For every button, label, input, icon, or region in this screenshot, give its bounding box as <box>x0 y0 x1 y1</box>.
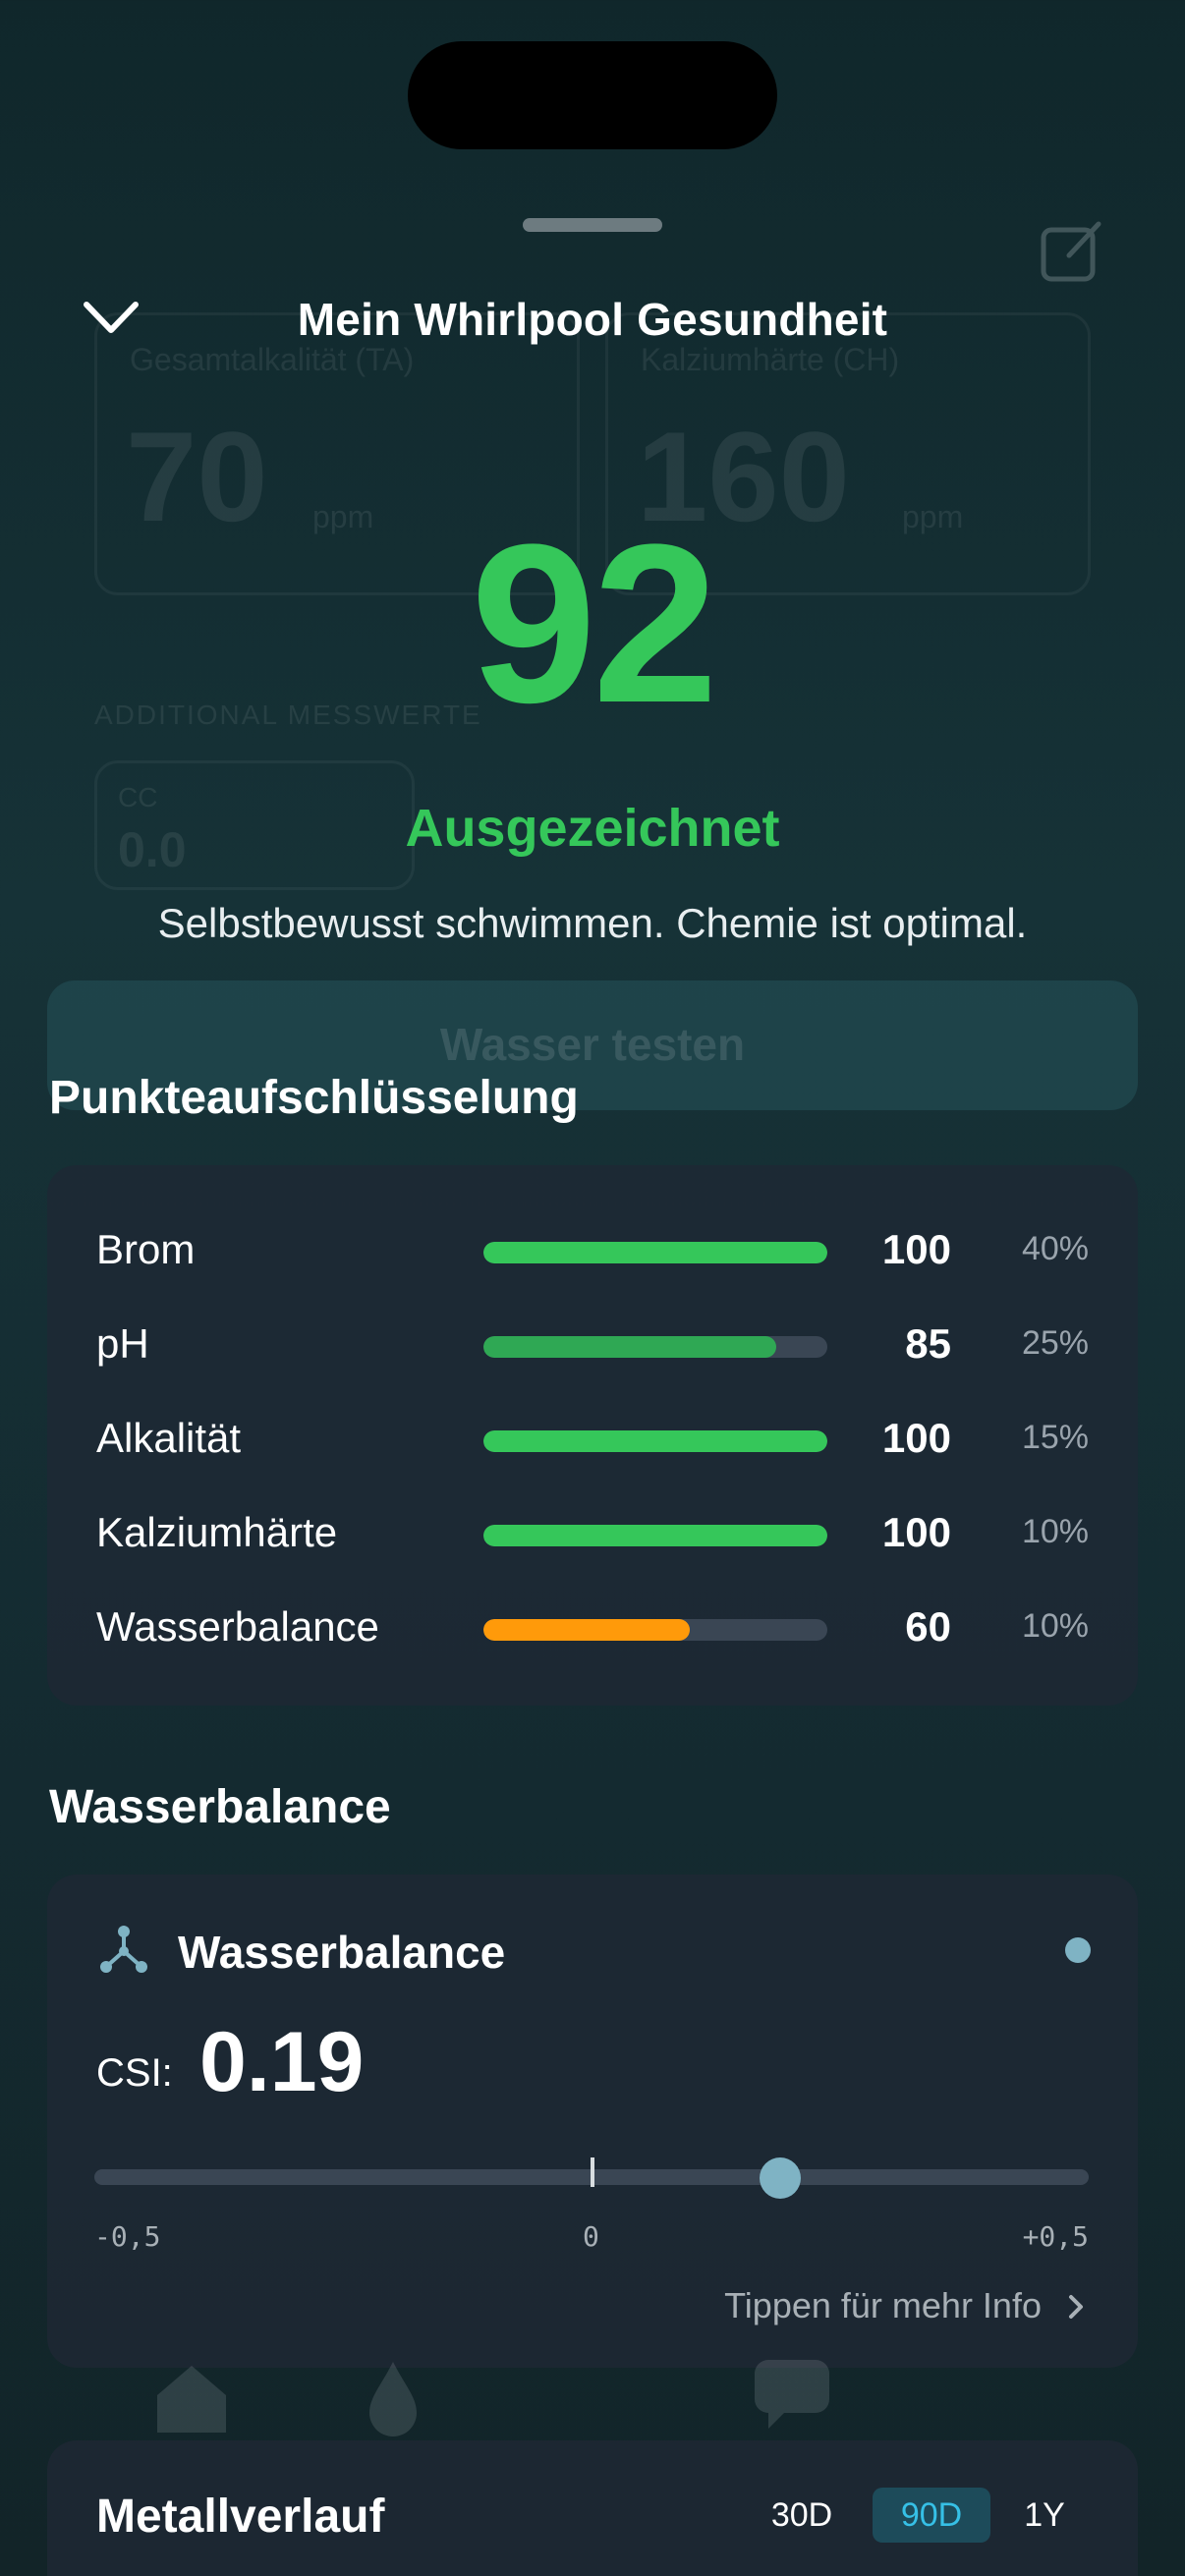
chevron-right-icon <box>1069 2295 1083 2319</box>
breakdown-row-label: Wasserbalance <box>96 1603 379 1650</box>
csi-scale-marker <box>760 2157 802 2199</box>
csi-tick-mid: 0 <box>583 2220 599 2253</box>
breakdown-bar-fill <box>483 1242 827 1263</box>
water-balance-section-title: Wasserbalance <box>49 1781 391 1833</box>
health-score: 92 <box>471 497 718 750</box>
dynamic-island <box>408 41 777 149</box>
breakdown-row-weight: 40% <box>1021 1230 1089 1267</box>
water-balance-card[interactable]: Wasserbalance CSI: 0.19 -0,5 0 +0,5 Tipp… <box>47 1875 1138 2368</box>
water-balance-card-title: Wasserbalance <box>178 1927 506 1978</box>
breakdown-bar-track <box>483 1525 827 1546</box>
breakdown-row-weight: 25% <box>1021 1324 1089 1362</box>
sheet-grabber[interactable] <box>523 218 662 232</box>
breakdown-row-label: pH <box>96 1320 149 1367</box>
breakdown-bar-track <box>483 1619 827 1641</box>
range-tab-1y[interactable]: 1Y <box>1005 2488 1084 2543</box>
range-tab-30d[interactable]: 30D <box>753 2488 851 2543</box>
breakdown-row-weight: 10% <box>1021 1513 1089 1550</box>
drop-icon <box>369 2362 417 2436</box>
ghost-test-button-label: Wasser testen <box>439 1019 746 1070</box>
breakdown-bar-track <box>483 1430 827 1452</box>
csi-value: 0.19 <box>199 2015 365 2109</box>
breakdown-row: Brom 100 40% <box>47 1218 1138 1277</box>
more-info-link[interactable]: Tippen für mehr Info <box>724 2285 1091 2326</box>
breakdown-row-weight: 15% <box>1021 1419 1089 1456</box>
breakdown-row-score: 100 <box>881 1415 951 1461</box>
breakdown-row-label: Kalziumhärte <box>96 1509 338 1555</box>
chat-icon <box>755 2360 829 2429</box>
ghost-ta-label: Gesamtalkalität (TA) <box>130 342 415 377</box>
molecule-icon <box>100 1926 147 1973</box>
breakdown-row-weight: 10% <box>1021 1607 1089 1645</box>
health-tagline: Selbstbewusst schwimmen. Chemie ist opti… <box>157 900 1028 946</box>
edit-icon <box>1041 221 1101 282</box>
breakdown-row: pH 85 25% <box>47 1313 1138 1372</box>
home-icon <box>157 2366 226 2433</box>
breakdown-row: Alkalität 100 15% <box>47 1407 1138 1466</box>
metal-history-card: Metallverlauf 30D 90D 1Y <box>47 2440 1138 2576</box>
breakdown-bar-fill <box>483 1619 690 1641</box>
csi-tick-max: +0,5 <box>1022 2220 1089 2253</box>
breakdown-row: Wasserbalance 60 10% <box>47 1596 1138 1654</box>
ghost-ch-label: Kalziumhärte (CH) <box>641 342 900 377</box>
csi-label: CSI: <box>96 2051 173 2095</box>
health-rating: Ausgezeichnet <box>405 799 780 858</box>
breakdown-bar-track <box>483 1336 827 1358</box>
csi-scale-center-tick <box>591 2157 594 2187</box>
sheet-title: Mein Whirlpool Gesundheit <box>297 294 888 345</box>
breakdown-row-label: Brom <box>96 1226 196 1272</box>
status-dot <box>1065 1937 1091 1963</box>
csi-tick-min: -0,5 <box>94 2220 161 2253</box>
breakdown-bar-track <box>483 1242 827 1263</box>
metal-history-title: Metallverlauf <box>96 2491 385 2543</box>
breakdown-bar-fill <box>483 1336 776 1358</box>
breakdown-bar-fill <box>483 1525 827 1546</box>
more-info-label: Tippen für mehr Info <box>724 2285 1042 2325</box>
breakdown-row-score: 85 <box>905 1320 951 1367</box>
breakdown-row-score: 100 <box>881 1226 951 1272</box>
breakdown-row-label: Alkalität <box>96 1415 242 1461</box>
breakdown-row-score: 100 <box>881 1509 951 1555</box>
breakdown-row: Kalziumhärte 100 10% <box>47 1501 1138 1560</box>
breakdown-bar-fill <box>483 1430 827 1452</box>
breakdown-row-score: 60 <box>905 1603 951 1650</box>
range-tab-90d[interactable]: 90D <box>873 2488 990 2543</box>
breakdown-title: Punkteaufschlüsselung <box>49 1072 579 1124</box>
breakdown-card: Brom 100 40% pH 85 25% Alkalität 100 15%… <box>47 1165 1138 1706</box>
